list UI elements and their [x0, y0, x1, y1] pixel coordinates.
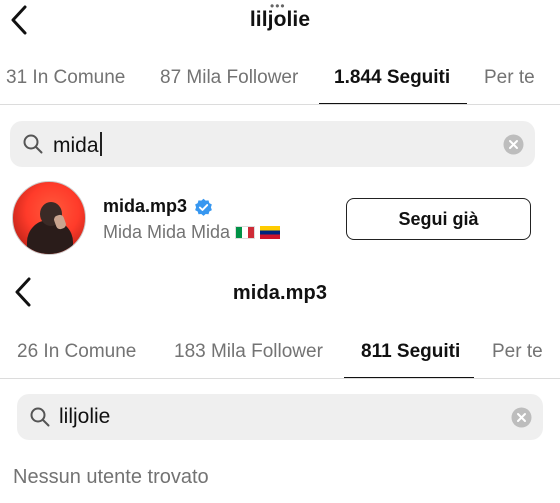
profile-title: liljolie [249, 8, 311, 31]
tab-mutual[interactable]: 31 In Comune [6, 67, 125, 89]
tab-suggested[interactable]: Per te [492, 341, 543, 363]
following-button[interactable]: Segui già [346, 198, 531, 240]
result-username[interactable]: mida.mp3 [103, 196, 187, 217]
search-input[interactable]: liljolie [59, 405, 110, 429]
tab-following[interactable]: 1.844 Seguiti [334, 67, 450, 89]
search-field[interactable]: mida [10, 121, 535, 167]
text-caret [99, 132, 102, 156]
search-icon [22, 133, 44, 155]
verified-badge-icon [194, 198, 213, 217]
search-input[interactable]: mida [53, 132, 102, 158]
search-field[interactable]: liljolie [17, 394, 543, 440]
no-results-message: Nessun utente trovato [13, 466, 209, 488]
flag-italy-icon [235, 226, 256, 239]
avatar[interactable] [12, 181, 86, 255]
tab-divider [0, 104, 560, 105]
profile-title: mida.mp3 [232, 282, 328, 304]
clear-search-icon[interactable] [503, 134, 524, 155]
tab-followers[interactable]: 87 Mila Follower [160, 67, 298, 89]
tab-suggested[interactable]: Per te [484, 67, 535, 89]
tab-mutual[interactable]: 26 In Comune [17, 341, 136, 363]
tab-followers[interactable]: 183 Mila Follower [174, 341, 323, 363]
fullname-text: Mida Mida Mida [103, 222, 231, 242]
flag-venezuela-icon [260, 226, 281, 239]
clear-search-icon[interactable] [511, 407, 532, 428]
tab-divider [0, 378, 560, 379]
search-icon [29, 406, 51, 428]
tab-following[interactable]: 811 Seguiti [361, 341, 460, 363]
result-fullname: Mida Mida Mida [103, 222, 281, 243]
